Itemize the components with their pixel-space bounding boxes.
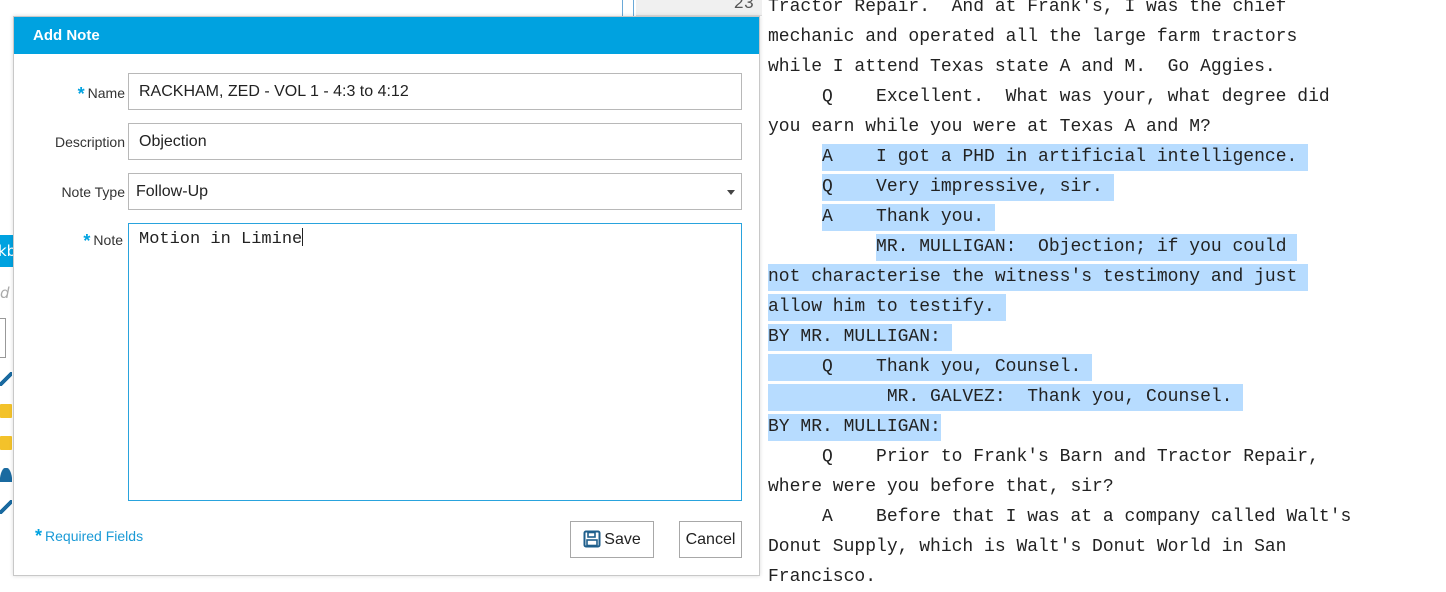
transcript-line[interactable]: MR. GALVEZ: Thank you, Counsel.: [768, 382, 1446, 412]
transcript-line[interactable]: A Thank you.: [768, 202, 1446, 232]
highlighted-text[interactable]: Q Thank you, Counsel.: [768, 354, 1093, 381]
transcript-line[interactable]: MR. MULLIGAN: Objection; if you could: [768, 232, 1446, 262]
name-input[interactable]: RACKHAM, ZED - VOL 1 - 4:3 to 4:12: [128, 73, 742, 110]
save-button[interactable]: Save: [570, 521, 654, 558]
background-tab[interactable]: kb: [0, 235, 14, 267]
transcript-line[interactable]: mechanic and operated all the large farm…: [768, 22, 1446, 52]
caret-down-icon[interactable]: [727, 190, 735, 195]
highlighted-text[interactable]: BY MR. MULLIGAN:: [768, 414, 941, 441]
dialog-title: Add Note: [14, 17, 759, 54]
transcript-line[interactable]: while I attend Texas state A and M. Go A…: [768, 52, 1446, 82]
highlighted-text[interactable]: MR. GALVEZ: Thank you, Counsel.: [768, 384, 1244, 411]
text-cursor: [302, 228, 304, 246]
background-placeholder-fragment: d: [0, 284, 10, 302]
highlighted-text[interactable]: A I got a PHD in artificial intelligence…: [822, 144, 1309, 171]
gavel-icon[interactable]: [0, 500, 12, 514]
transcript-line[interactable]: you earn while you were at Texas A and M…: [768, 112, 1446, 142]
highlighted-text[interactable]: allow him to testify.: [768, 294, 1006, 321]
highlighted-text[interactable]: Q Very impressive, sir.: [822, 174, 1114, 201]
note-icon[interactable]: [0, 436, 12, 450]
transcript-indent: [768, 177, 822, 197]
line-number: 23: [636, 0, 762, 16]
name-label: * Name: [77, 84, 125, 104]
transcript-line[interactable]: BY MR. MULLIGAN:: [768, 322, 1446, 352]
note-type-value: Follow-Up: [136, 183, 209, 200]
floppy-disk-icon: [583, 526, 601, 561]
transcript-line[interactable]: Q Excellent. What was your, what degree …: [768, 82, 1446, 112]
required-marker: *: [83, 231, 91, 251]
note-textarea[interactable]: Motion in Limine: [128, 223, 742, 501]
transcript-line[interactable]: BY MR. MULLIGAN:: [768, 412, 1446, 442]
required-marker: *: [77, 84, 85, 104]
add-note-dialog: Add Note * Name RACKHAM, ZED - VOL 1 - 4:…: [13, 16, 760, 576]
note-text: Motion in Limine: [139, 230, 303, 249]
highlighted-text[interactable]: BY MR. MULLIGAN:: [768, 324, 952, 351]
highlighted-text[interactable]: MR. MULLIGAN: Objection; if you could: [876, 234, 1298, 261]
transcript-line[interactable]: Q Thank you, Counsel.: [768, 352, 1446, 382]
description-input[interactable]: Objection: [128, 123, 742, 160]
required-fields-note: * Required Fields: [35, 526, 144, 546]
transcript-line[interactable]: A Before that I was at a company called …: [768, 502, 1446, 532]
highlighted-text[interactable]: not characterise the witness's testimony…: [768, 264, 1309, 291]
transcript-viewer[interactable]: Tractor Repair. And at Frank's, I was th…: [768, 0, 1446, 592]
transcript-indent: [768, 207, 822, 227]
transcript-line[interactable]: Francisco.: [768, 562, 1446, 592]
transcript-line[interactable]: not characterise the witness's testimony…: [768, 262, 1446, 292]
cancel-button[interactable]: Cancel: [679, 521, 742, 558]
transcript-line[interactable]: allow him to testify.: [768, 292, 1446, 322]
transcript-line[interactable]: Q Prior to Frank's Barn and Tractor Repa…: [768, 442, 1446, 472]
note-label: * Note: [83, 231, 123, 251]
person-icon[interactable]: [0, 468, 12, 482]
highlighted-text[interactable]: A Thank you.: [822, 204, 995, 231]
note-type-select[interactable]: Follow-Up: [128, 173, 742, 210]
transcript-indent: [768, 237, 876, 257]
transcript-line[interactable]: Q Very impressive, sir.: [768, 172, 1446, 202]
transcript-indent: [768, 147, 822, 167]
background-input-fragment[interactable]: [0, 318, 6, 358]
note-type-label: Note Type: [61, 184, 125, 200]
description-label: Description: [54, 134, 125, 150]
gavel-icon[interactable]: [0, 372, 12, 386]
transcript-line[interactable]: Tractor Repair. And at Frank's, I was th…: [768, 0, 1446, 22]
transcript-line[interactable]: Donut Supply, which is Walt's Donut Worl…: [768, 532, 1446, 562]
save-label: Save: [604, 531, 641, 548]
transcript-line[interactable]: where were you before that, sir?: [768, 472, 1446, 502]
note-icon[interactable]: [0, 404, 12, 418]
transcript-line[interactable]: A I got a PHD in artificial intelligence…: [768, 142, 1446, 172]
required-marker: *: [35, 526, 43, 546]
